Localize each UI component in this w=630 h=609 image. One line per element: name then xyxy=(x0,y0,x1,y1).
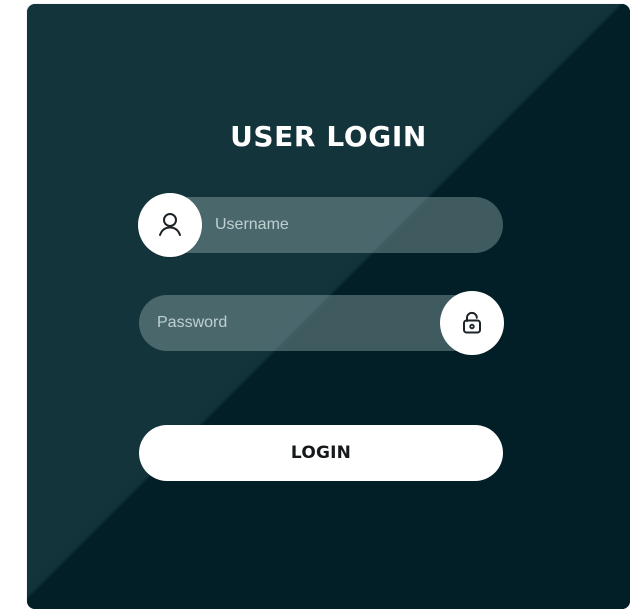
user-icon-badge xyxy=(138,193,202,257)
username-input[interactable] xyxy=(215,216,435,234)
user-icon xyxy=(156,211,184,239)
login-button[interactable]: LOGIN xyxy=(139,425,503,481)
lock-icon-badge xyxy=(440,291,504,355)
login-card: USER LOGIN LOGIN xyxy=(27,4,630,609)
login-content: USER LOGIN LOGIN xyxy=(27,4,630,609)
password-input[interactable] xyxy=(157,314,377,332)
page-title: USER LOGIN xyxy=(230,120,427,153)
lock-icon xyxy=(459,309,485,337)
